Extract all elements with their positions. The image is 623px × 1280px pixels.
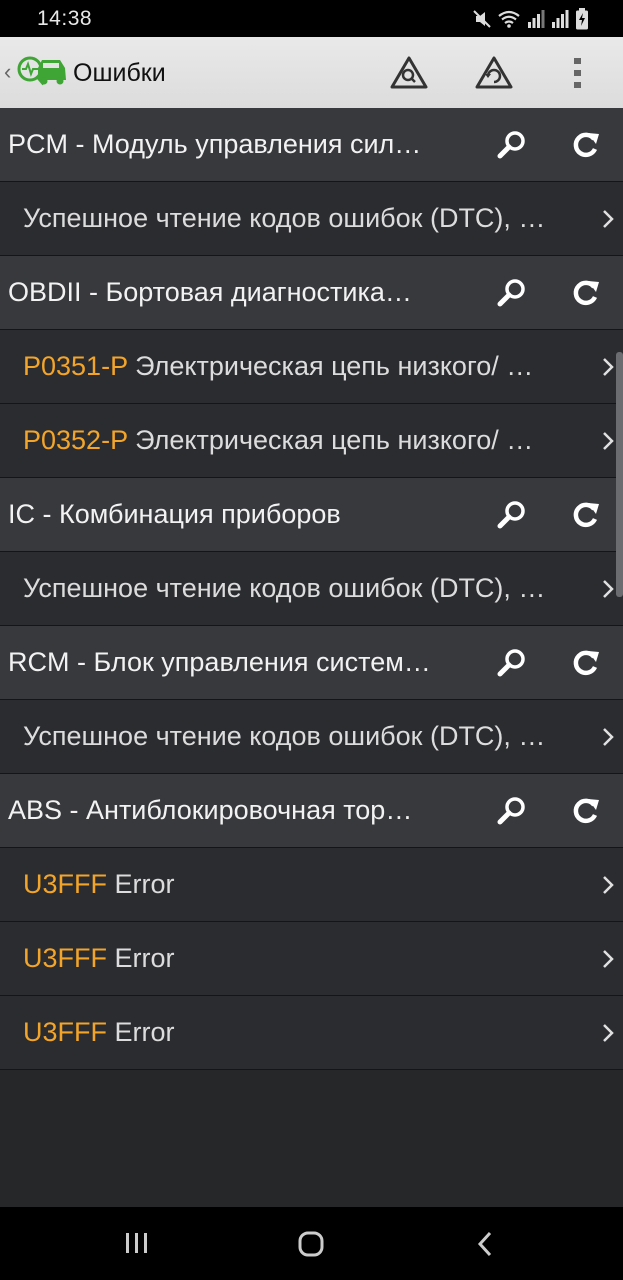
search-icon[interactable] [496, 648, 530, 678]
chevron-right-icon [603, 950, 614, 968]
back-arrow-icon[interactable]: ‹ [4, 59, 11, 85]
system-nav-bar [0, 1207, 623, 1280]
module-header-rcm: RCM - Блок управления систем… [0, 626, 623, 700]
error-code: U3FFF [23, 1017, 107, 1047]
home-icon[interactable] [297, 1230, 325, 1258]
item-text: Error [107, 1017, 175, 1047]
list-item[interactable]: Успешное чтение кодов ошибок (DTC), … [0, 700, 623, 774]
module-title: PCM - Модуль управления сил… [8, 129, 422, 159]
battery-charging-icon [576, 8, 588, 30]
refresh-icon[interactable] [570, 278, 602, 308]
item-text: Error [107, 869, 175, 899]
search-icon[interactable] [496, 500, 530, 530]
module-title: OBDII - Бортовая диагностика… [8, 277, 412, 307]
app-logo-icon[interactable] [16, 54, 68, 90]
refresh-icon[interactable] [570, 648, 602, 678]
search-icon[interactable] [496, 278, 530, 308]
refresh-icon[interactable] [570, 500, 602, 530]
refresh-icon[interactable] [570, 130, 602, 160]
signal-icon [528, 10, 545, 28]
item-text: Успешное чтение кодов ошибок (DTC), … [23, 721, 546, 751]
item-text: Электрическая цепь низкого/ … [127, 425, 534, 455]
warning-clear-icon[interactable] [474, 55, 514, 91]
list-item[interactable]: Успешное чтение кодов ошибок (DTC), … [0, 552, 623, 626]
search-icon[interactable] [496, 130, 530, 160]
module-header-abs: ABS - Антиблокировочная тор… [0, 774, 623, 848]
mute-icon [473, 10, 491, 28]
list-item[interactable]: U3FFF Error [0, 848, 623, 922]
list-item[interactable]: P0351-P Электрическая цепь низкого/ … [0, 330, 623, 404]
item-text: Успешное чтение кодов ошибок (DTC), … [23, 203, 546, 233]
status-bar: 14:38 [0, 0, 623, 37]
chevron-right-icon [603, 358, 614, 376]
error-code: U3FFF [23, 943, 107, 973]
module-title: ABS - Антиблокировочная тор… [8, 795, 413, 825]
module-title: IC - Комбинация приборов [8, 499, 341, 529]
refresh-icon[interactable] [570, 796, 602, 826]
status-icons [473, 7, 589, 31]
signal-icon [552, 10, 569, 28]
item-text: Успешное чтение кодов ошибок (DTC), … [23, 573, 546, 603]
list-item[interactable]: U3FFF Error [0, 922, 623, 996]
chevron-right-icon [603, 210, 614, 228]
search-icon[interactable] [496, 796, 530, 826]
list-item[interactable]: U3FFF Error [0, 996, 623, 1070]
module-header-ic: IC - Комбинация приборов [0, 478, 623, 552]
error-list: PCM - Модуль управления сил… Успешное чт… [0, 108, 623, 1070]
error-code: P0352-P [23, 425, 128, 455]
app-bar: ‹ Ошибки [0, 37, 623, 108]
module-title: RCM - Блок управления систем… [8, 647, 431, 677]
item-text: Error [107, 943, 175, 973]
module-header-obdii: OBDII - Бортовая диагностика… [0, 256, 623, 330]
chevron-right-icon [603, 432, 614, 450]
warning-search-icon[interactable] [389, 55, 429, 91]
recent-apps-icon[interactable] [124, 1230, 150, 1256]
chevron-right-icon [603, 876, 614, 894]
chevron-right-icon [603, 1024, 614, 1042]
error-code: U3FFF [23, 869, 107, 899]
chevron-right-icon [603, 580, 614, 598]
module-header-pcm: PCM - Модуль управления сил… [0, 108, 623, 182]
item-text: Электрическая цепь низкого/ … [127, 351, 534, 381]
error-code: P0351-P [23, 351, 128, 381]
page-title: Ошибки [73, 59, 166, 87]
status-time: 14:38 [37, 7, 93, 30]
wifi-icon [498, 10, 520, 28]
back-icon[interactable] [474, 1230, 496, 1258]
list-item[interactable]: P0352-P Электрическая цепь низкого/ … [0, 404, 623, 478]
more-vert-icon[interactable] [570, 55, 586, 91]
list-item[interactable]: Успешное чтение кодов ошибок (DTC), … [0, 182, 623, 256]
chevron-right-icon [603, 728, 614, 746]
scrollbar[interactable] [616, 352, 623, 597]
